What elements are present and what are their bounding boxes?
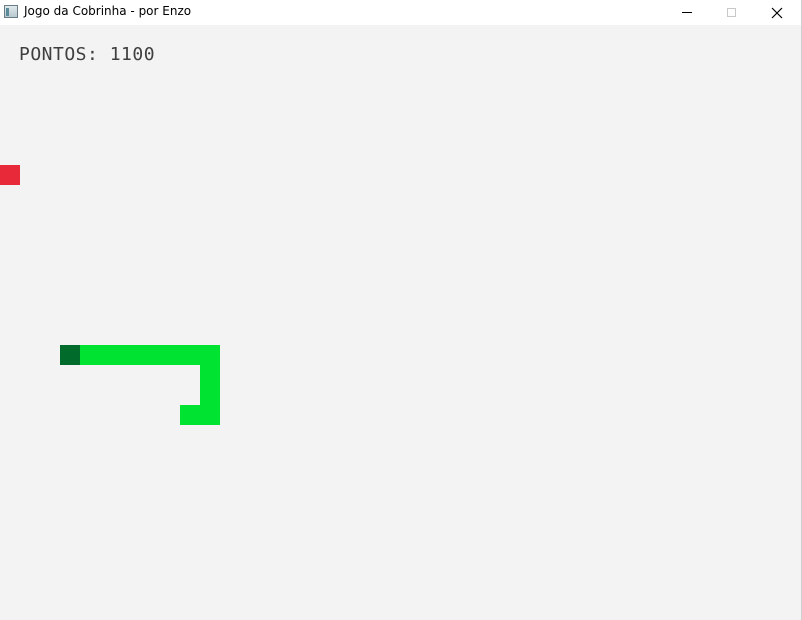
snake-segment: [80, 345, 100, 365]
score-display: PONTOS: 1100: [19, 44, 156, 65]
food-item: [0, 165, 20, 185]
window-title: Jogo da Cobrinha - por Enzo: [24, 4, 192, 18]
snake-segment: [200, 345, 220, 365]
game-canvas[interactable]: [0, 25, 801, 620]
game-window: Jogo da Cobrinha - por Enzo PONTOS: 1100: [0, 0, 802, 620]
minimize-button[interactable]: [664, 0, 710, 25]
maximize-icon: [726, 8, 736, 17]
snake-segment: [140, 345, 160, 365]
close-icon: [771, 7, 783, 18]
minimize-icon: [682, 12, 692, 13]
snake-segment: [180, 345, 200, 365]
maximize-button[interactable]: [708, 0, 754, 25]
snake-segment: [100, 345, 120, 365]
close-button[interactable]: [754, 0, 800, 25]
snake-segment: [200, 365, 220, 385]
title-bar[interactable]: Jogo da Cobrinha - por Enzo: [0, 0, 801, 25]
snake-segment: [160, 345, 180, 365]
app-window-icon: [4, 5, 18, 18]
snake-head: [60, 345, 80, 365]
snake-segment: [200, 405, 220, 425]
snake-segment: [120, 345, 140, 365]
snake-segment: [200, 385, 220, 405]
snake-tail: [180, 405, 200, 425]
